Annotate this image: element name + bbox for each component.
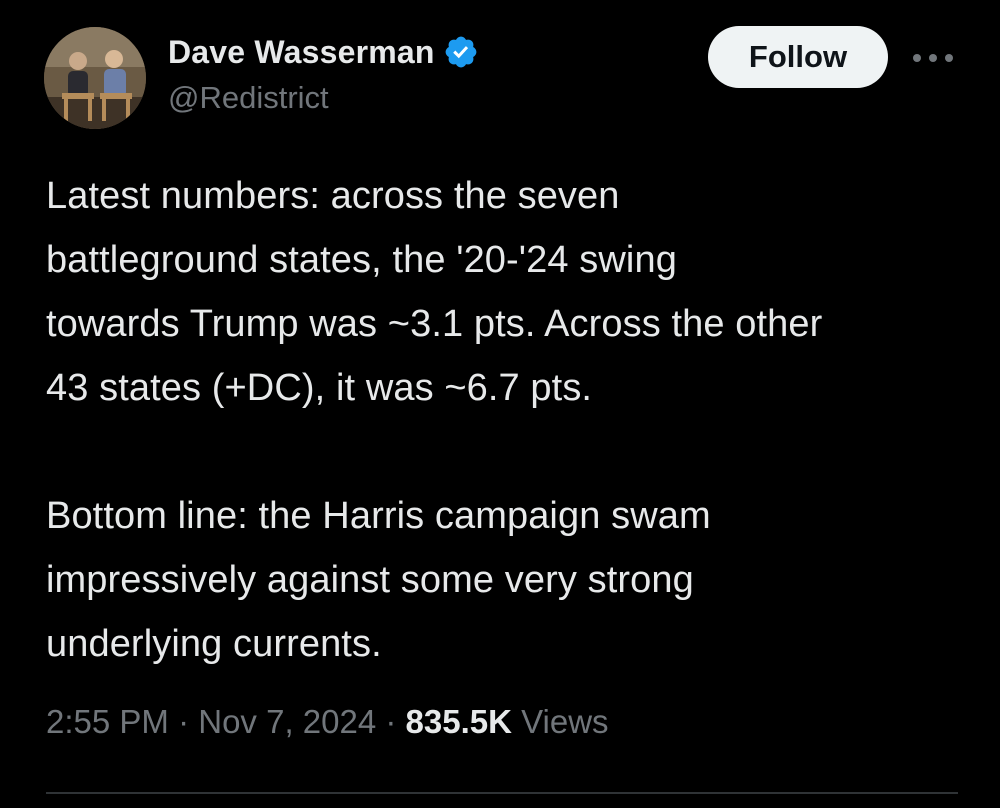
avatar[interactable] xyxy=(44,27,146,129)
tweet-metadata: 2:55 PM · Nov 7, 2024 · 835.5K Views xyxy=(46,694,609,750)
tweet-time[interactable]: 2:55 PM xyxy=(46,703,169,740)
author-name-row: Dave Wasserman xyxy=(168,30,479,74)
verified-badge-icon[interactable] xyxy=(443,34,479,70)
tweet-card: Dave Wasserman @Redistrict Follow Latest… xyxy=(0,0,1000,808)
follow-button[interactable]: Follow xyxy=(708,26,888,88)
meta-separator: · xyxy=(376,703,406,740)
views-count: 835.5K xyxy=(405,703,512,740)
avatar-photo-icon xyxy=(44,27,146,129)
author-display-name[interactable]: Dave Wasserman xyxy=(168,34,435,71)
meta-separator: · xyxy=(168,703,199,740)
author-handle[interactable]: @Redistrict xyxy=(168,80,329,116)
views-label: Views xyxy=(521,703,609,740)
tweet-date[interactable]: Nov 7, 2024 xyxy=(198,703,376,740)
tweet-text: Latest numbers: across the seven battleg… xyxy=(46,175,823,665)
more-options-icon[interactable] xyxy=(908,40,958,76)
divider xyxy=(46,792,958,794)
